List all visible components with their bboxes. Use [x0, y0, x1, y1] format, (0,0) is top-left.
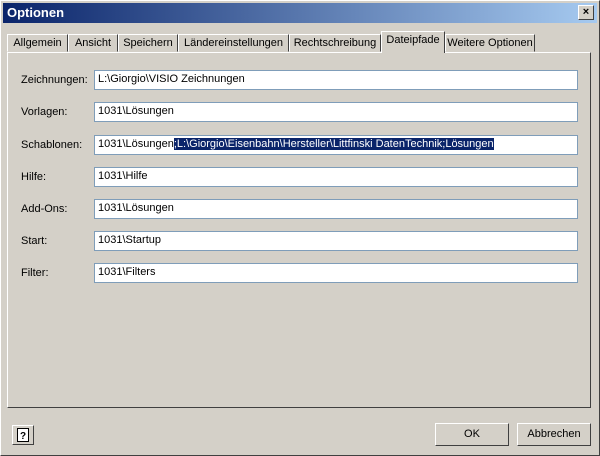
help-icon: ? — [17, 428, 29, 442]
schablonen-field[interactable]: 1031\Lösungen;L:\Giorgio\Eisenbahn\Herst… — [94, 135, 578, 155]
start-field[interactable]: 1031\Startup — [94, 231, 578, 251]
label-filter: Filter: — [21, 267, 49, 279]
label-schablonen: Schablonen: — [21, 139, 83, 151]
tab-weitere-optionen[interactable]: Weitere Optionen — [445, 34, 535, 52]
title-bar[interactable]: Optionen × — [3, 3, 597, 23]
label-vorlagen: Vorlagen: — [21, 106, 68, 118]
close-button[interactable]: × — [578, 5, 594, 20]
label-zeichnungen: Zeichnungen: — [21, 74, 88, 86]
filter-field[interactable]: 1031\Filters — [94, 263, 578, 283]
zeichnungen-field[interactable]: L:\Giorgio\VISIO Zeichnungen — [94, 70, 578, 90]
vorlagen-field[interactable]: 1031\Lösungen — [94, 102, 578, 122]
tab-allgemein[interactable]: Allgemein — [7, 34, 68, 52]
tab-speichern[interactable]: Speichern — [118, 34, 178, 52]
tab-laendereinstellungen[interactable]: Ländereinstellungen — [178, 34, 289, 52]
schablonen-value-plain: 1031\Lösungen — [98, 138, 174, 150]
options-dialog: Optionen × Allgemein Ansicht Speichern L… — [0, 0, 600, 456]
label-start: Start: — [21, 235, 48, 247]
cancel-button[interactable]: Abbrechen — [517, 423, 591, 446]
label-hilfe: Hilfe: — [21, 171, 47, 183]
add-ons-field[interactable]: 1031\Lösungen — [94, 199, 578, 219]
ok-button[interactable]: OK — [435, 423, 509, 446]
svg-text:?: ? — [20, 431, 26, 442]
tab-rechtschreibung[interactable]: Rechtschreibung — [289, 34, 381, 52]
label-add-ons: Add-Ons: — [21, 203, 68, 215]
schablonen-value-selected: ;L:\Giorgio\Eisenbahn\Hersteller\Littfin… — [173, 138, 494, 150]
window-title: Optionen — [7, 5, 65, 20]
hilfe-field[interactable]: 1031\Hilfe — [94, 167, 578, 187]
tab-ansicht[interactable]: Ansicht — [68, 34, 118, 52]
tab-dateipfade[interactable]: Dateipfade — [381, 31, 445, 53]
help-button[interactable]: ? — [12, 425, 34, 445]
